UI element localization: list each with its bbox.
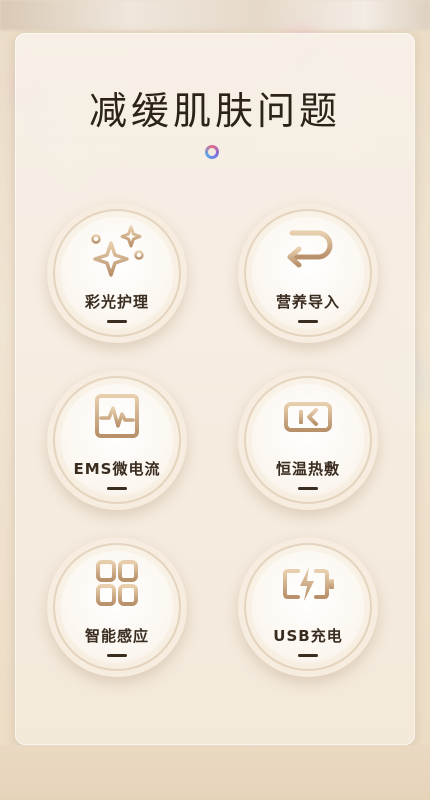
return-arrow-icon bbox=[278, 225, 338, 277]
feature-label: 彩光护理 bbox=[84, 293, 149, 311]
feature-smart-sensing[interactable]: 智能感应 bbox=[47, 537, 187, 677]
feature-label: 营养导入 bbox=[275, 293, 340, 311]
feature-label: EMS微电流 bbox=[73, 460, 161, 478]
feature-label: USB充电 bbox=[273, 627, 343, 645]
sparkle-icon bbox=[87, 225, 147, 277]
thermal-temperature-icon bbox=[278, 392, 338, 444]
feature-constant-heat[interactable]: 恒温热敷 bbox=[238, 370, 378, 510]
feature-nutrient-infusion[interactable]: 营养导入 bbox=[238, 203, 378, 343]
feature-usb-charging[interactable]: USB充电 bbox=[238, 537, 378, 677]
grid-apps-icon bbox=[87, 559, 147, 611]
feature-ems-microcurrent[interactable]: EMS微电流 bbox=[47, 370, 187, 510]
feature-underline bbox=[107, 320, 127, 323]
feature-label: 智能感应 bbox=[84, 627, 149, 645]
feature-label: 恒温热敷 bbox=[275, 460, 340, 478]
pulse-wave-icon bbox=[87, 392, 147, 444]
feature-underline bbox=[107, 487, 127, 490]
feature-color-light-care[interactable]: 彩光护理 bbox=[47, 203, 187, 343]
feature-underline bbox=[107, 654, 127, 657]
feature-underline bbox=[298, 487, 318, 490]
bottom-background bbox=[0, 745, 430, 800]
gradient-ring-dot bbox=[205, 145, 219, 159]
feature-underline bbox=[298, 654, 318, 657]
page-title: 减缓肌肤问题 bbox=[88, 89, 341, 133]
battery-charging-icon bbox=[278, 559, 338, 611]
feature-underline bbox=[298, 320, 318, 323]
top-background-strip bbox=[0, 0, 430, 30]
